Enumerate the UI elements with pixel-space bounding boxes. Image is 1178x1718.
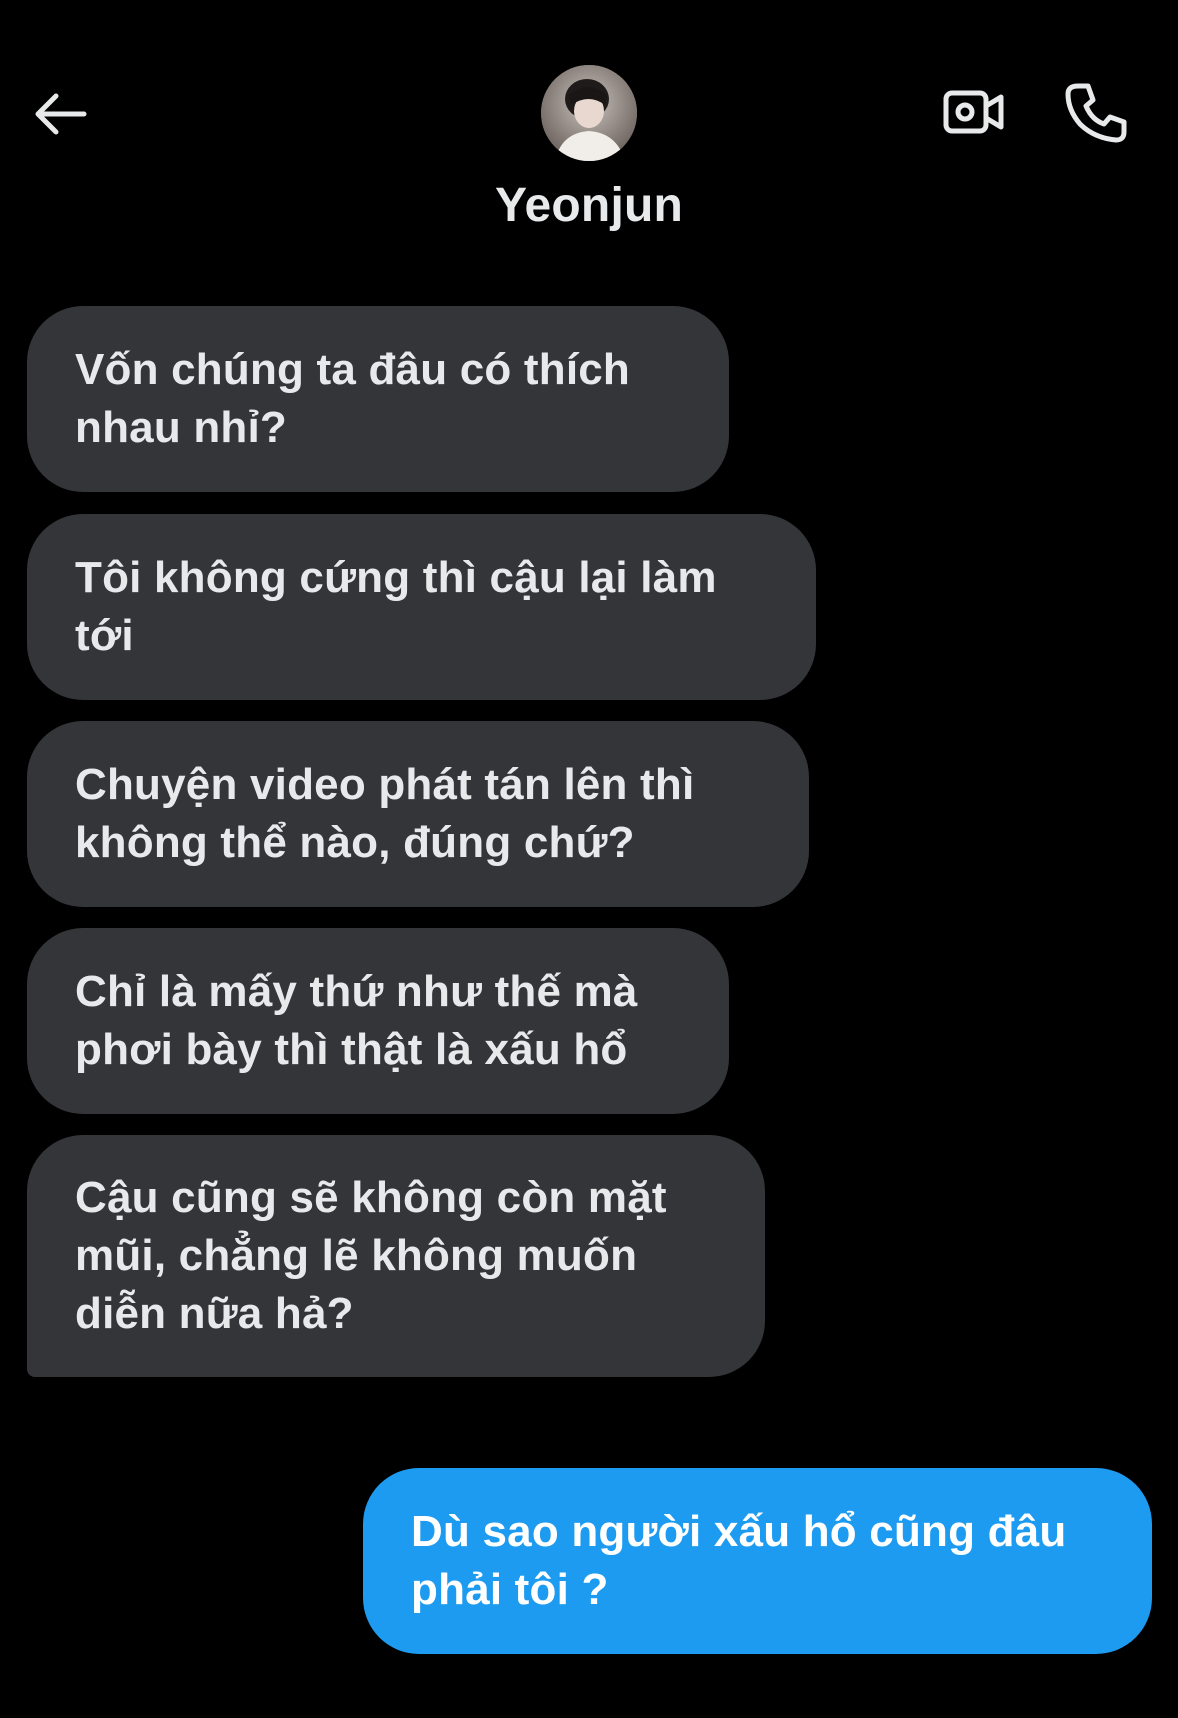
incoming-message[interactable]: Vốn chúng ta đâu có thích nhau nhỉ? — [27, 306, 729, 492]
message-thread: Vốn chúng ta đâu có thích nhau nhỉ? Tôi … — [0, 0, 1178, 1718]
message-text: Cậu cũng sẽ không còn mặt mũi, chẳng lẽ … — [75, 1173, 667, 1338]
incoming-message[interactable]: Cậu cũng sẽ không còn mặt mũi, chẳng lẽ … — [27, 1135, 765, 1377]
incoming-message[interactable]: Chỉ là mấy thứ như thế mà phơi bày thì t… — [27, 928, 729, 1114]
outgoing-message[interactable]: Dù sao người xấu hổ cũng đâu phải tôi ? — [363, 1468, 1152, 1654]
message-text: Dù sao người xấu hổ cũng đâu phải tôi ? — [411, 1507, 1067, 1614]
incoming-message[interactable]: Tôi không cứng thì cậu lại làm tới — [27, 514, 816, 700]
message-text: Chỉ là mấy thứ như thế mà phơi bày thì t… — [75, 967, 638, 1074]
message-text: Tôi không cứng thì cậu lại làm tới — [75, 553, 717, 660]
message-text: Vốn chúng ta đâu có thích nhau nhỉ? — [75, 345, 630, 452]
incoming-message[interactable]: Chuyện video phát tán lên thì không thể … — [27, 721, 809, 907]
message-text: Chuyện video phát tán lên thì không thể … — [75, 760, 695, 867]
